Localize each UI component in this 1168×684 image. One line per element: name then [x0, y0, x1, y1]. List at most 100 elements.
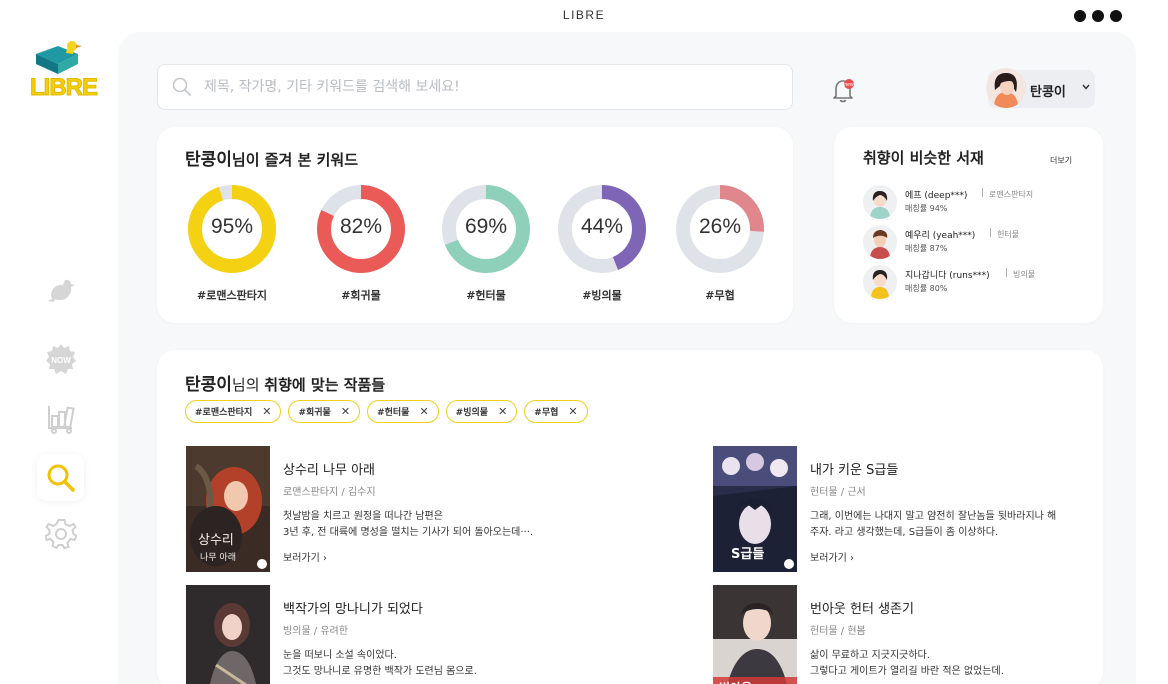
- keywords-title: 탄콩이님이 즐겨 본 키워드: [185, 145, 358, 170]
- close-icon[interactable]: ✕: [341, 405, 350, 418]
- main-panel: new 탄콩이 탄콩이님이 즐겨 본 키워드 95% #로맨스: [118, 32, 1136, 684]
- chevron-right-icon: ›: [850, 553, 854, 564]
- close-icon[interactable]: ✕: [262, 405, 271, 418]
- dot-icon[interactable]: [1074, 10, 1086, 22]
- nav-settings[interactable]: [37, 510, 84, 557]
- work-item[interactable]: S급들 내가 키운 S급들 헌터물 / 근서 그래, 이번에는 나대지 말고 얌…: [713, 446, 1113, 576]
- keywords-title-name: 탄콩이: [185, 150, 232, 170]
- similar-user-match: 매칭률 87%: [905, 244, 948, 253]
- work-desc-line: 그렇다고 게이트가 열리길 바란 적은 없었는데.: [810, 666, 1004, 677]
- book-cover[interactable]: 백작가: [186, 585, 270, 684]
- chip-label: #헌터물: [377, 408, 410, 418]
- separator: |: [989, 228, 993, 238]
- logo[interactable]: LIBRE: [28, 40, 99, 102]
- keyword-donut: 69% #헌터물: [440, 183, 532, 303]
- donut-label: #로맨스판타지: [197, 289, 267, 302]
- search-bar[interactable]: [157, 64, 793, 110]
- keyword-chip[interactable]: #로맨스판타지 ✕: [185, 400, 282, 423]
- nav-bird[interactable]: [37, 267, 84, 314]
- nav-library[interactable]: [37, 393, 84, 440]
- title-bar: LIBRE: [0, 0, 1168, 32]
- view-link-label: 보러가기: [810, 553, 847, 564]
- avatar: [986, 68, 1026, 108]
- separator: |: [981, 188, 985, 198]
- nav-search[interactable]: [37, 454, 84, 501]
- recommendations-card: 탄콩이님의 취향에 맞는 작품들 #로맨스판타지 ✕ #회귀물 ✕ #헌터물 ✕ #빙…: [157, 350, 1103, 684]
- dot-icon[interactable]: [1092, 10, 1104, 22]
- bird-icon: [47, 279, 75, 302]
- keywords-title-rest: 님이 즐겨 본 키워드: [231, 151, 358, 169]
- donut-label: #빙의물: [582, 289, 622, 302]
- window-menu-dots[interactable]: [1074, 10, 1122, 22]
- similar-user-name: 에프 (deep***): [905, 191, 968, 201]
- sidebar: LIBRE NOW: [0, 32, 118, 684]
- work-title[interactable]: 백작가의 망나니가 되었다: [283, 598, 423, 617]
- logo-text: LIBRE: [30, 74, 99, 102]
- search-input[interactable]: [204, 79, 764, 95]
- nav-now[interactable]: NOW: [37, 335, 84, 382]
- bell-icon: new: [833, 79, 854, 103]
- now-badge-icon: NOW: [45, 343, 76, 374]
- profile-name: 탄콩이: [1030, 85, 1066, 100]
- work-desc-line: 3년 후, 전 대륙에 명성을 떨치는 기사가 되어 돌아오는데···.: [283, 527, 534, 538]
- work-desc-line: 눈을 떠보니 소설 속이었다.: [283, 650, 397, 661]
- view-link[interactable]: 보러가기 ›: [283, 549, 327, 564]
- close-icon[interactable]: ✕: [498, 405, 507, 418]
- similar-user-row[interactable]: 지나갑니다 (runs***) | 빙의물 매칭률 80%: [863, 265, 1083, 299]
- logo-book-icon: [36, 41, 82, 74]
- book-cover[interactable]: 번아웃: [713, 585, 797, 684]
- work-item[interactable]: 상수리 나무 아래 상수리 나무 아래 로맨스판타지 / 김수지 첫날밤을 치르…: [186, 446, 586, 576]
- more-link[interactable]: 더보기: [1050, 155, 1072, 166]
- work-desc-line: 삶이 무료하고 지긋지긋하다.: [810, 650, 930, 661]
- donut-percent: 82%: [339, 215, 383, 238]
- keyword-chip[interactable]: #헌터물 ✕: [367, 400, 439, 423]
- recommendations-title-mid: 님의: [231, 376, 265, 394]
- chip-label: #무협: [534, 408, 559, 418]
- dot-icon[interactable]: [1110, 10, 1122, 22]
- work-title[interactable]: 내가 키운 S급들: [810, 459, 898, 478]
- work-description: 눈을 떠보니 소설 속이었다. 그것도 망나니로 유명한 백작가 도련님 몸으로…: [283, 648, 583, 680]
- avatar: [863, 185, 897, 219]
- work-item[interactable]: 번아웃 번아웃 헌터 생존기 헌터물 / 현봄 삶이 무료하고 지긋지긋하다. …: [713, 585, 1113, 684]
- similar-user-genre: 빙의물: [1013, 270, 1036, 279]
- work-description: 첫날밤을 치르고 원정을 떠나간 남편은 3년 후, 전 대륙에 명성을 떨치는…: [283, 509, 583, 541]
- profile-menu[interactable]: 탄콩이: [986, 68, 1095, 108]
- similar-user-genre: 헌터물: [997, 230, 1020, 239]
- work-desc-line: 그것도 망나니로 유명한 백작가 도련님 몸으로.: [283, 666, 477, 677]
- svg-text:번아웃: 번아웃: [719, 680, 752, 684]
- similar-user-row[interactable]: 에프 (deep***) | 로맨스판타지 매칭률 94%: [863, 185, 1083, 219]
- donut-label: #헌터물: [466, 289, 506, 302]
- work-item[interactable]: 백작가 백작가의 망나니가 되었다 빙의물 / 유려한 눈을 떠보니 소설 속이…: [186, 585, 586, 684]
- notification-button[interactable]: new: [830, 76, 858, 104]
- work-meta: 헌터물 / 현봄: [810, 626, 866, 637]
- similar-user-name: 예우리 (yeah***): [905, 231, 976, 241]
- keyword-donut: 26% #무협: [674, 183, 766, 303]
- svg-text:new: new: [844, 82, 854, 88]
- work-meta: 헌터물 / 근서: [810, 487, 866, 498]
- work-title[interactable]: 번아웃 헌터 생존기: [810, 598, 914, 617]
- similar-user-match: 매칭률 80%: [905, 284, 948, 293]
- keyword-chip[interactable]: #무협 ✕: [524, 400, 588, 423]
- chevron-down-icon: [1082, 84, 1090, 90]
- chevron-right-icon: ›: [323, 553, 327, 564]
- svg-text:상수리: 상수리: [198, 533, 234, 548]
- close-icon[interactable]: ✕: [568, 405, 577, 418]
- keyword-chip[interactable]: #회귀물 ✕: [288, 400, 361, 423]
- view-link[interactable]: 보러가기 ›: [810, 549, 854, 564]
- bookshelf-cart-icon: [47, 405, 75, 434]
- avatar: [863, 265, 897, 299]
- gear-icon: [44, 518, 77, 549]
- svg-text:나무 아래: 나무 아래: [200, 552, 236, 563]
- book-cover[interactable]: S급들: [713, 446, 797, 572]
- close-icon[interactable]: ✕: [419, 405, 428, 418]
- keyword-chip-list: #로맨스판타지 ✕ #회귀물 ✕ #헌터물 ✕ #빙의물 ✕ #무협 ✕: [185, 400, 588, 423]
- similar-user-row[interactable]: 예우리 (yeah***) | 헌터물 매칭률 87%: [863, 225, 1083, 259]
- keyword-chip[interactable]: #빙의물 ✕: [445, 400, 518, 423]
- recommendations-title: 탄콩이님의 취향에 맞는 작품들: [185, 370, 385, 395]
- work-description: 삶이 무료하고 지긋지긋하다. 그렇다고 게이트가 열리길 바란 적은 없었는데…: [810, 648, 1110, 680]
- app-title: LIBRE: [562, 8, 606, 22]
- work-title[interactable]: 상수리 나무 아래: [283, 459, 375, 478]
- book-cover[interactable]: 상수리 나무 아래: [186, 446, 270, 572]
- search-icon: [47, 464, 75, 492]
- view-link-label: 보러가기: [283, 553, 320, 564]
